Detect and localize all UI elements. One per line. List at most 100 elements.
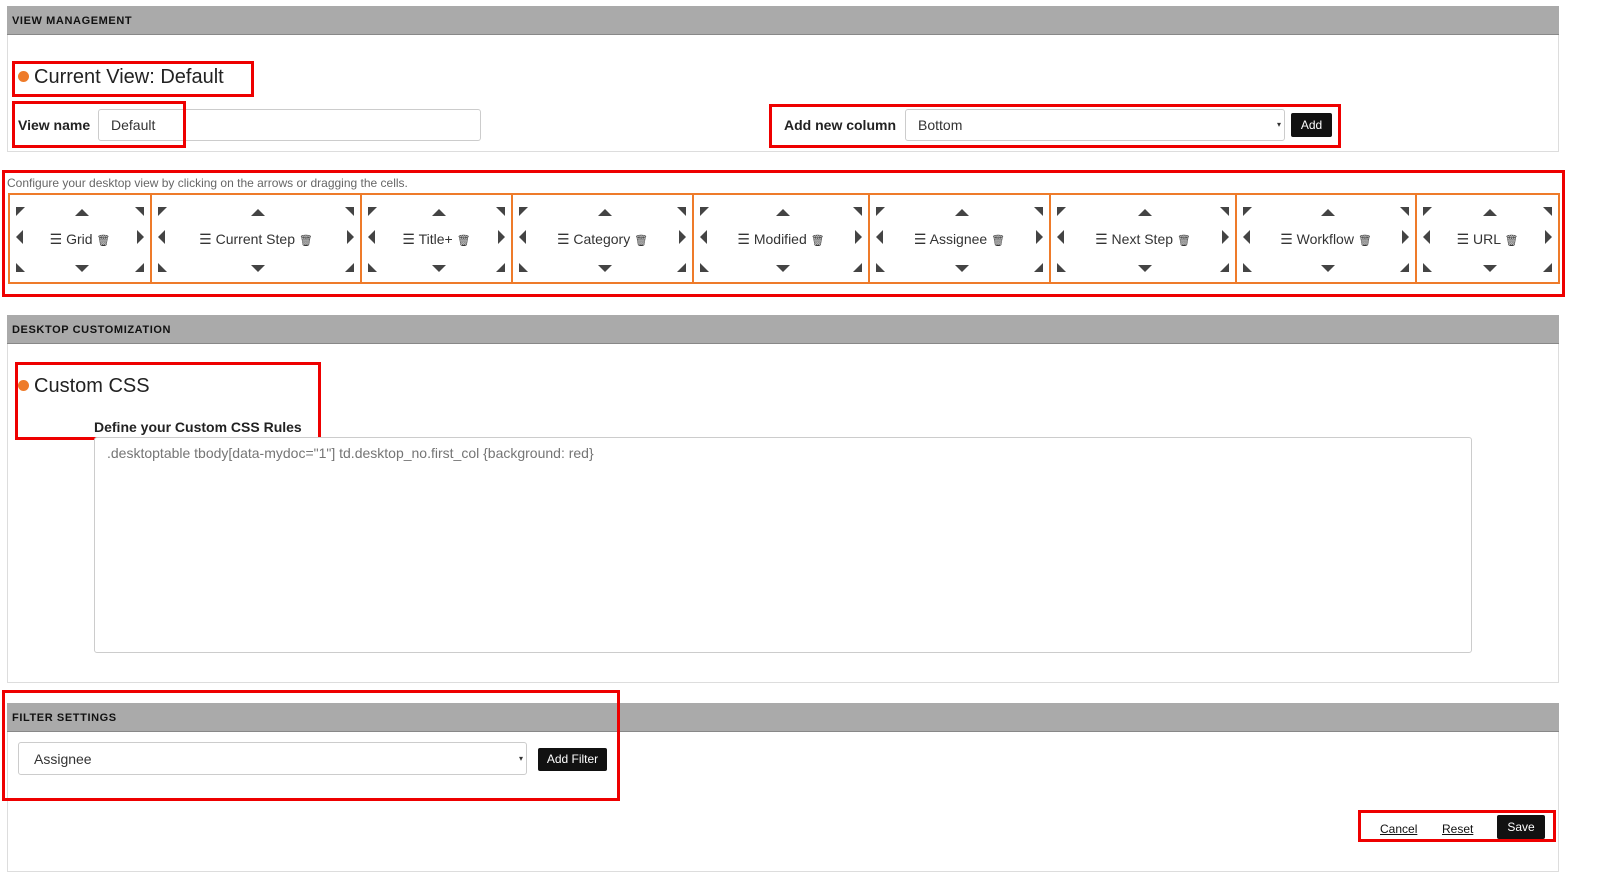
column-cell-label: ☰ Modified 🗑 bbox=[694, 231, 868, 248]
column-name: Modified bbox=[753, 231, 807, 247]
trash-icon[interactable]: 🗑 bbox=[96, 235, 110, 247]
column-cell[interactable]: ☰ Modified 🗑 bbox=[692, 193, 870, 284]
save-button[interactable]: Save bbox=[1497, 815, 1545, 839]
trash-icon[interactable]: 🗑 bbox=[1358, 235, 1372, 247]
configure-hint: Configure your desktop view by clicking … bbox=[7, 176, 408, 190]
move-top-right-icon[interactable] bbox=[1400, 207, 1409, 216]
move-bottom-left-icon[interactable] bbox=[700, 263, 709, 272]
view-name-label: View name bbox=[18, 117, 91, 133]
drag-handle-icon[interactable]: ☰ bbox=[557, 231, 570, 247]
custom-css-textarea[interactable] bbox=[94, 437, 1472, 653]
drag-handle-icon[interactable]: ☰ bbox=[50, 231, 63, 247]
column-cell[interactable]: ☰ Category 🗑 bbox=[511, 193, 694, 284]
column-cell[interactable]: ☰ Workflow 🗑 bbox=[1235, 193, 1417, 284]
move-top-left-icon[interactable] bbox=[368, 207, 377, 216]
move-bottom-left-icon[interactable] bbox=[16, 263, 25, 272]
column-name: Current Step bbox=[215, 231, 295, 247]
move-down-icon[interactable] bbox=[776, 265, 790, 272]
move-bottom-right-icon[interactable] bbox=[496, 263, 505, 272]
move-top-left-icon[interactable] bbox=[1057, 207, 1066, 216]
view-name-input[interactable] bbox=[98, 109, 481, 141]
trash-icon[interactable]: 🗑 bbox=[299, 235, 313, 247]
move-up-icon[interactable] bbox=[1138, 209, 1152, 216]
move-top-left-icon[interactable] bbox=[700, 207, 709, 216]
move-top-left-icon[interactable] bbox=[876, 207, 885, 216]
move-bottom-left-icon[interactable] bbox=[1423, 263, 1432, 272]
move-down-icon[interactable] bbox=[1321, 265, 1335, 272]
move-top-left-icon[interactable] bbox=[16, 207, 25, 216]
move-down-icon[interactable] bbox=[75, 265, 89, 272]
move-bottom-right-icon[interactable] bbox=[1220, 263, 1229, 272]
move-top-left-icon[interactable] bbox=[158, 207, 167, 216]
add-filter-button[interactable]: Add Filter bbox=[538, 748, 607, 771]
move-up-icon[interactable] bbox=[1321, 209, 1335, 216]
move-down-icon[interactable] bbox=[954, 265, 969, 272]
move-down-icon[interactable] bbox=[1482, 265, 1497, 272]
move-up-icon[interactable] bbox=[954, 209, 969, 216]
move-top-right-icon[interactable] bbox=[853, 207, 862, 216]
add-column-select[interactable]: Bottom ▾ bbox=[905, 109, 1285, 141]
add-column-button[interactable]: Add bbox=[1291, 113, 1332, 137]
column-name: Category bbox=[573, 231, 631, 247]
move-up-icon[interactable] bbox=[1482, 209, 1497, 216]
move-bottom-right-icon[interactable] bbox=[345, 263, 354, 272]
cancel-link[interactable]: Cancel bbox=[1380, 822, 1417, 836]
custom-css-text: Custom CSS bbox=[34, 375, 150, 397]
move-down-icon[interactable] bbox=[251, 265, 265, 272]
move-down-icon[interactable] bbox=[597, 265, 612, 272]
drag-handle-icon[interactable]: ☰ bbox=[1095, 231, 1108, 247]
move-bottom-left-icon[interactable] bbox=[158, 263, 167, 272]
move-top-right-icon[interactable] bbox=[1034, 207, 1043, 216]
move-bottom-left-icon[interactable] bbox=[1243, 263, 1252, 272]
move-top-right-icon[interactable] bbox=[345, 207, 354, 216]
move-bottom-right-icon[interactable] bbox=[677, 263, 686, 272]
drag-handle-icon[interactable]: ☰ bbox=[402, 231, 415, 247]
column-name: Title+ bbox=[418, 231, 453, 247]
move-up-icon[interactable] bbox=[251, 209, 265, 216]
column-cell[interactable]: ☰ Assignee 🗑 bbox=[868, 193, 1051, 284]
move-up-icon[interactable] bbox=[776, 209, 790, 216]
trash-icon[interactable]: 🗑 bbox=[634, 235, 648, 247]
move-bottom-right-icon[interactable] bbox=[853, 263, 862, 272]
move-top-right-icon[interactable] bbox=[135, 207, 144, 216]
drag-handle-icon[interactable]: ☰ bbox=[1457, 231, 1470, 247]
reset-link[interactable]: Reset bbox=[1442, 822, 1473, 836]
trash-icon[interactable]: 🗑 bbox=[457, 235, 471, 247]
drag-handle-icon[interactable]: ☰ bbox=[1280, 231, 1293, 247]
move-top-right-icon[interactable] bbox=[1543, 207, 1552, 216]
move-bottom-left-icon[interactable] bbox=[519, 263, 528, 272]
column-cell[interactable]: ☰ Grid 🗑 bbox=[8, 193, 152, 284]
move-top-left-icon[interactable] bbox=[1423, 207, 1432, 216]
move-top-right-icon[interactable] bbox=[677, 207, 686, 216]
move-bottom-right-icon[interactable] bbox=[1034, 263, 1043, 272]
trash-icon[interactable]: 🗑 bbox=[811, 235, 825, 247]
drag-handle-icon[interactable]: ☰ bbox=[737, 231, 750, 247]
add-column-label: Add new column bbox=[784, 117, 896, 133]
move-bottom-right-icon[interactable] bbox=[135, 263, 144, 272]
trash-icon[interactable]: 🗑 bbox=[1177, 235, 1191, 247]
move-bottom-right-icon[interactable] bbox=[1543, 263, 1552, 272]
move-down-icon[interactable] bbox=[1138, 265, 1152, 272]
column-cell[interactable]: ☰ Current Step 🗑 bbox=[150, 193, 362, 284]
move-bottom-left-icon[interactable] bbox=[876, 263, 885, 272]
filter-select[interactable]: Assignee ▾ bbox=[18, 742, 527, 775]
move-bottom-left-icon[interactable] bbox=[368, 263, 377, 272]
column-cell[interactable]: ☰ Next Step 🗑 bbox=[1049, 193, 1237, 284]
column-cell[interactable]: ☰ Title+ 🗑 bbox=[360, 193, 513, 284]
move-top-left-icon[interactable] bbox=[1243, 207, 1252, 216]
view-management-header: VIEW MANAGEMENT bbox=[7, 6, 1559, 35]
trash-icon[interactable]: 🗑 bbox=[991, 235, 1005, 247]
trash-icon[interactable]: 🗑 bbox=[1504, 235, 1518, 247]
move-top-left-icon[interactable] bbox=[519, 207, 528, 216]
move-up-icon[interactable] bbox=[431, 209, 446, 216]
move-bottom-left-icon[interactable] bbox=[1057, 263, 1066, 272]
column-cell[interactable]: ☰ URL 🗑 bbox=[1415, 193, 1560, 284]
move-top-right-icon[interactable] bbox=[496, 207, 505, 216]
move-up-icon[interactable] bbox=[597, 209, 612, 216]
move-bottom-right-icon[interactable] bbox=[1400, 263, 1409, 272]
drag-handle-icon[interactable]: ☰ bbox=[914, 231, 927, 247]
move-up-icon[interactable] bbox=[75, 209, 89, 216]
move-down-icon[interactable] bbox=[431, 265, 446, 272]
move-top-right-icon[interactable] bbox=[1220, 207, 1229, 216]
drag-handle-icon[interactable]: ☰ bbox=[199, 231, 212, 247]
